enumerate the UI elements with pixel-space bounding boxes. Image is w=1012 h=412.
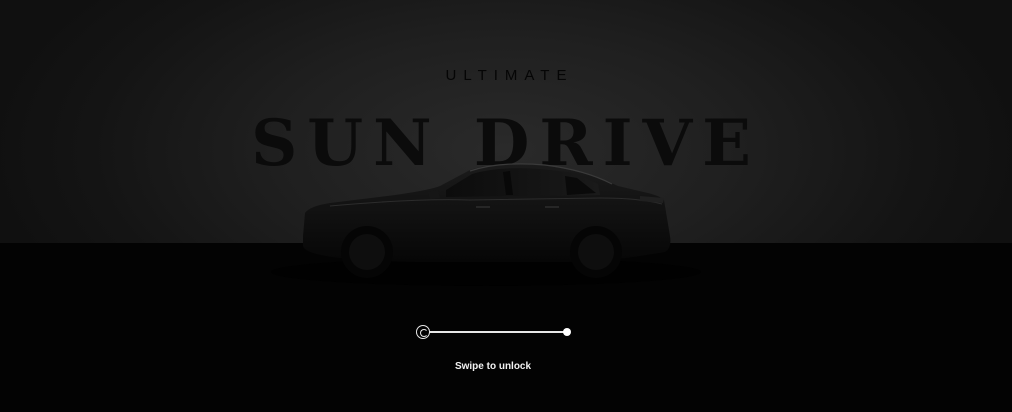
lock-screen: ULTIMATE SUN DRIVE Swipe to unlock <box>0 0 1012 412</box>
car-silhouette <box>271 163 701 286</box>
swipe-hint-text: Swipe to unlock <box>454 361 532 372</box>
slider-track[interactable] <box>424 331 568 333</box>
circle-arrow-icon <box>420 329 428 337</box>
slider-handle[interactable] <box>416 325 430 339</box>
slider-end-dot-icon <box>563 328 571 336</box>
swipe-to-unlock-slider[interactable] <box>412 323 578 343</box>
